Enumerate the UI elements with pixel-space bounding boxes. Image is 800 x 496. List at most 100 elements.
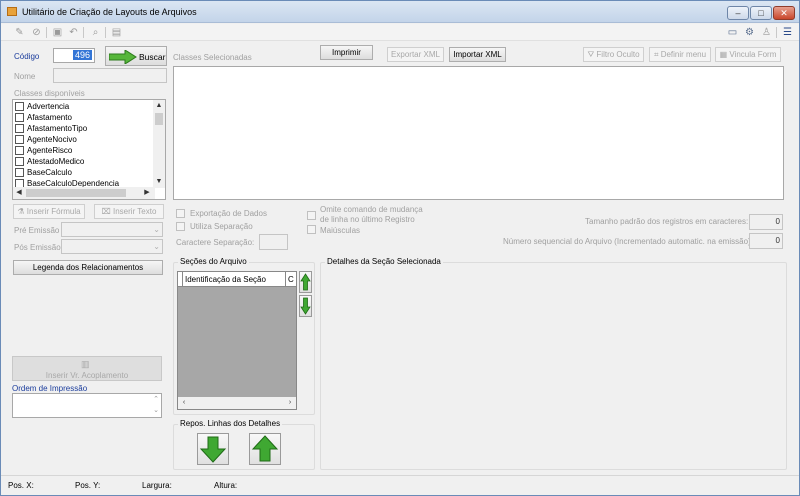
scroll-thumb[interactable] bbox=[155, 113, 163, 125]
exportacao-dados-label: Exportação de Dados bbox=[190, 209, 267, 218]
scroll-up-icon[interactable]: ⌃ bbox=[153, 395, 159, 403]
save-icon[interactable]: ▣ bbox=[52, 27, 63, 38]
repos-down-button[interactable] bbox=[197, 433, 229, 465]
grid-hscroll[interactable]: ‹ › bbox=[178, 397, 296, 409]
repos-linhas-group: Repos. Linhas dos Detalhes bbox=[173, 419, 315, 470]
status-pos-x: Pos. X: bbox=[8, 481, 34, 490]
secoes-grid[interactable]: Identificação da Seção C ‹ › bbox=[177, 271, 297, 410]
window-icon[interactable]: ▭ bbox=[727, 27, 738, 38]
inserir-formula-button[interactable]: ⚗ Inserir Fórmula bbox=[13, 204, 85, 219]
status-largura: Largura: bbox=[142, 481, 172, 490]
minimize-button[interactable]: – bbox=[727, 6, 749, 20]
listbox-vscroll[interactable]: ▲ ▼ bbox=[153, 100, 165, 188]
exportar-xml-button[interactable]: Exportar XML bbox=[387, 47, 444, 62]
detalhes-secao-group[interactable]: Detalhes da Seção Selecionada bbox=[320, 257, 787, 470]
status-altura: Altura: bbox=[214, 481, 238, 490]
exportacao-dados-checkbox[interactable] bbox=[176, 209, 185, 218]
scroll-thumb[interactable] bbox=[26, 189, 126, 197]
checkbox[interactable] bbox=[15, 168, 24, 177]
importar-xml-button[interactable]: Importar XML bbox=[449, 47, 506, 62]
nome-input[interactable] bbox=[53, 68, 167, 83]
utiliza-separacao-checkbox[interactable] bbox=[176, 222, 185, 231]
list-item[interactable]: BaseCalculo bbox=[15, 168, 72, 178]
pre-emissao-select[interactable]: ⌄ bbox=[61, 222, 163, 237]
maximize-button[interactable]: □ bbox=[750, 6, 772, 20]
legenda-relacionamentos-button[interactable]: Legenda dos Relacionamentos bbox=[13, 260, 163, 275]
tamanho-padrao-input[interactable]: 0 bbox=[749, 214, 783, 230]
vincula-form-label: Vincula Form bbox=[729, 50, 777, 59]
cancel-icon[interactable]: ⊘ bbox=[31, 27, 42, 38]
ordem-impressao-textarea[interactable]: ⌃ ⌄ bbox=[12, 393, 162, 418]
definir-menu-button[interactable]: ⌗ Definir menu bbox=[649, 47, 711, 62]
vincula-form-button[interactable]: ▦ Vincula Form bbox=[715, 47, 781, 62]
inserir-acoplamento-button[interactable]: ▥ Inserir Vr. Acoplamento bbox=[12, 356, 162, 381]
list-item[interactable]: AtestadoMedico bbox=[15, 157, 84, 167]
title-bar: Utilitário de Criação de Layouts de Arqu… bbox=[1, 1, 799, 23]
arrow-up-icon bbox=[251, 435, 279, 462]
scroll-left-icon[interactable]: ‹ bbox=[178, 397, 190, 409]
repos-linhas-title: Repos. Linhas dos Detalhes bbox=[178, 419, 283, 428]
print-preview-icon[interactable]: ▤ bbox=[111, 27, 122, 38]
settings-icon[interactable]: ⚙ bbox=[744, 27, 755, 38]
close-button[interactable]: ✕ bbox=[773, 6, 795, 20]
scroll-down-icon[interactable]: ⌄ bbox=[153, 406, 159, 414]
menu-icon[interactable]: ☰ bbox=[782, 27, 793, 38]
col-identificacao[interactable]: Identificação da Seção bbox=[185, 275, 266, 284]
checkbox[interactable] bbox=[15, 113, 24, 122]
list-item[interactable]: AgenteRisco bbox=[15, 146, 72, 156]
checkbox[interactable] bbox=[15, 102, 24, 111]
undo-icon[interactable]: ↶ bbox=[68, 27, 79, 38]
checkbox[interactable] bbox=[15, 135, 24, 144]
scroll-left-icon[interactable]: ◀ bbox=[13, 187, 25, 199]
classes-selecionadas-panel[interactable] bbox=[173, 66, 784, 200]
scroll-right-icon[interactable]: › bbox=[284, 397, 296, 409]
tamanho-padrao-label: Tamanho padrão dos registros em caracter… bbox=[585, 217, 749, 226]
checkbox[interactable] bbox=[15, 146, 24, 155]
inserir-texto-label: Inserir Texto bbox=[113, 207, 157, 216]
find-icon[interactable]: ⌕ bbox=[90, 27, 101, 38]
status-pos-y: Pos. Y: bbox=[75, 481, 101, 490]
chevron-down-icon: ⌄ bbox=[153, 225, 160, 234]
arrow-right-icon bbox=[109, 50, 137, 64]
pos-emissao-label: Pós Emissão bbox=[14, 243, 61, 252]
new-icon[interactable]: ✎ bbox=[14, 27, 25, 38]
move-down-button[interactable] bbox=[299, 295, 312, 317]
pos-emissao-select[interactable]: ⌄ bbox=[61, 239, 163, 254]
grid-header: Identificação da Seção C bbox=[178, 272, 296, 287]
move-up-button[interactable] bbox=[299, 271, 312, 293]
filtro-oculto-button[interactable]: ⛛ Filtro Oculto bbox=[583, 47, 644, 62]
buscar-label: Buscar bbox=[139, 52, 166, 62]
checkbox[interactable] bbox=[15, 157, 24, 166]
classes-listbox[interactable]: Advertencia Afastamento AfastamentoTipo … bbox=[12, 99, 166, 200]
inserir-texto-button[interactable]: ⌧ Inserir Texto bbox=[94, 204, 164, 219]
secoes-arquivo-title: Seções do Arquivo bbox=[178, 257, 249, 266]
listbox-hscroll[interactable]: ◀ ▶ bbox=[13, 187, 155, 199]
caractere-separacao-input[interactable] bbox=[259, 234, 288, 250]
scroll-right-icon[interactable]: ▶ bbox=[141, 187, 153, 199]
omite-comando-checkbox[interactable] bbox=[307, 211, 316, 220]
list-item[interactable]: Afastamento bbox=[15, 113, 72, 123]
list-item[interactable]: Advertencia bbox=[15, 102, 69, 112]
omite-comando-line1: Omite comando de mudança bbox=[320, 205, 423, 214]
status-bar: Pos. X: Pos. Y: Largura: Altura: bbox=[1, 475, 799, 495]
nome-label: Nome bbox=[14, 72, 36, 81]
maiusculas-checkbox[interactable] bbox=[307, 225, 316, 234]
codigo-input[interactable]: 496 bbox=[53, 48, 95, 63]
buscar-button[interactable]: Buscar bbox=[105, 46, 167, 66]
numero-sequencial-input[interactable]: 0 bbox=[749, 233, 783, 249]
repos-up-button[interactable] bbox=[249, 433, 281, 465]
formula-icon: ⚗ bbox=[17, 207, 27, 216]
codigo-label: Código bbox=[14, 52, 40, 61]
codigo-value: 496 bbox=[72, 50, 92, 60]
definir-menu-label: Definir menu bbox=[660, 50, 707, 59]
list-item[interactable]: AgenteNocivo bbox=[15, 135, 77, 145]
scroll-up-icon[interactable]: ▲ bbox=[153, 100, 165, 112]
user-icon[interactable]: ♙ bbox=[761, 27, 772, 38]
chevron-down-icon: ⌄ bbox=[153, 242, 160, 251]
checkbox[interactable] bbox=[15, 124, 24, 133]
col-c[interactable]: C bbox=[288, 275, 294, 284]
imprimir-button[interactable]: Imprimir bbox=[320, 45, 373, 60]
pre-emissao-label: Pré Emissão bbox=[14, 226, 60, 235]
list-item[interactable]: AfastamentoTipo bbox=[15, 124, 87, 134]
form-link-icon: ▦ bbox=[719, 50, 730, 59]
